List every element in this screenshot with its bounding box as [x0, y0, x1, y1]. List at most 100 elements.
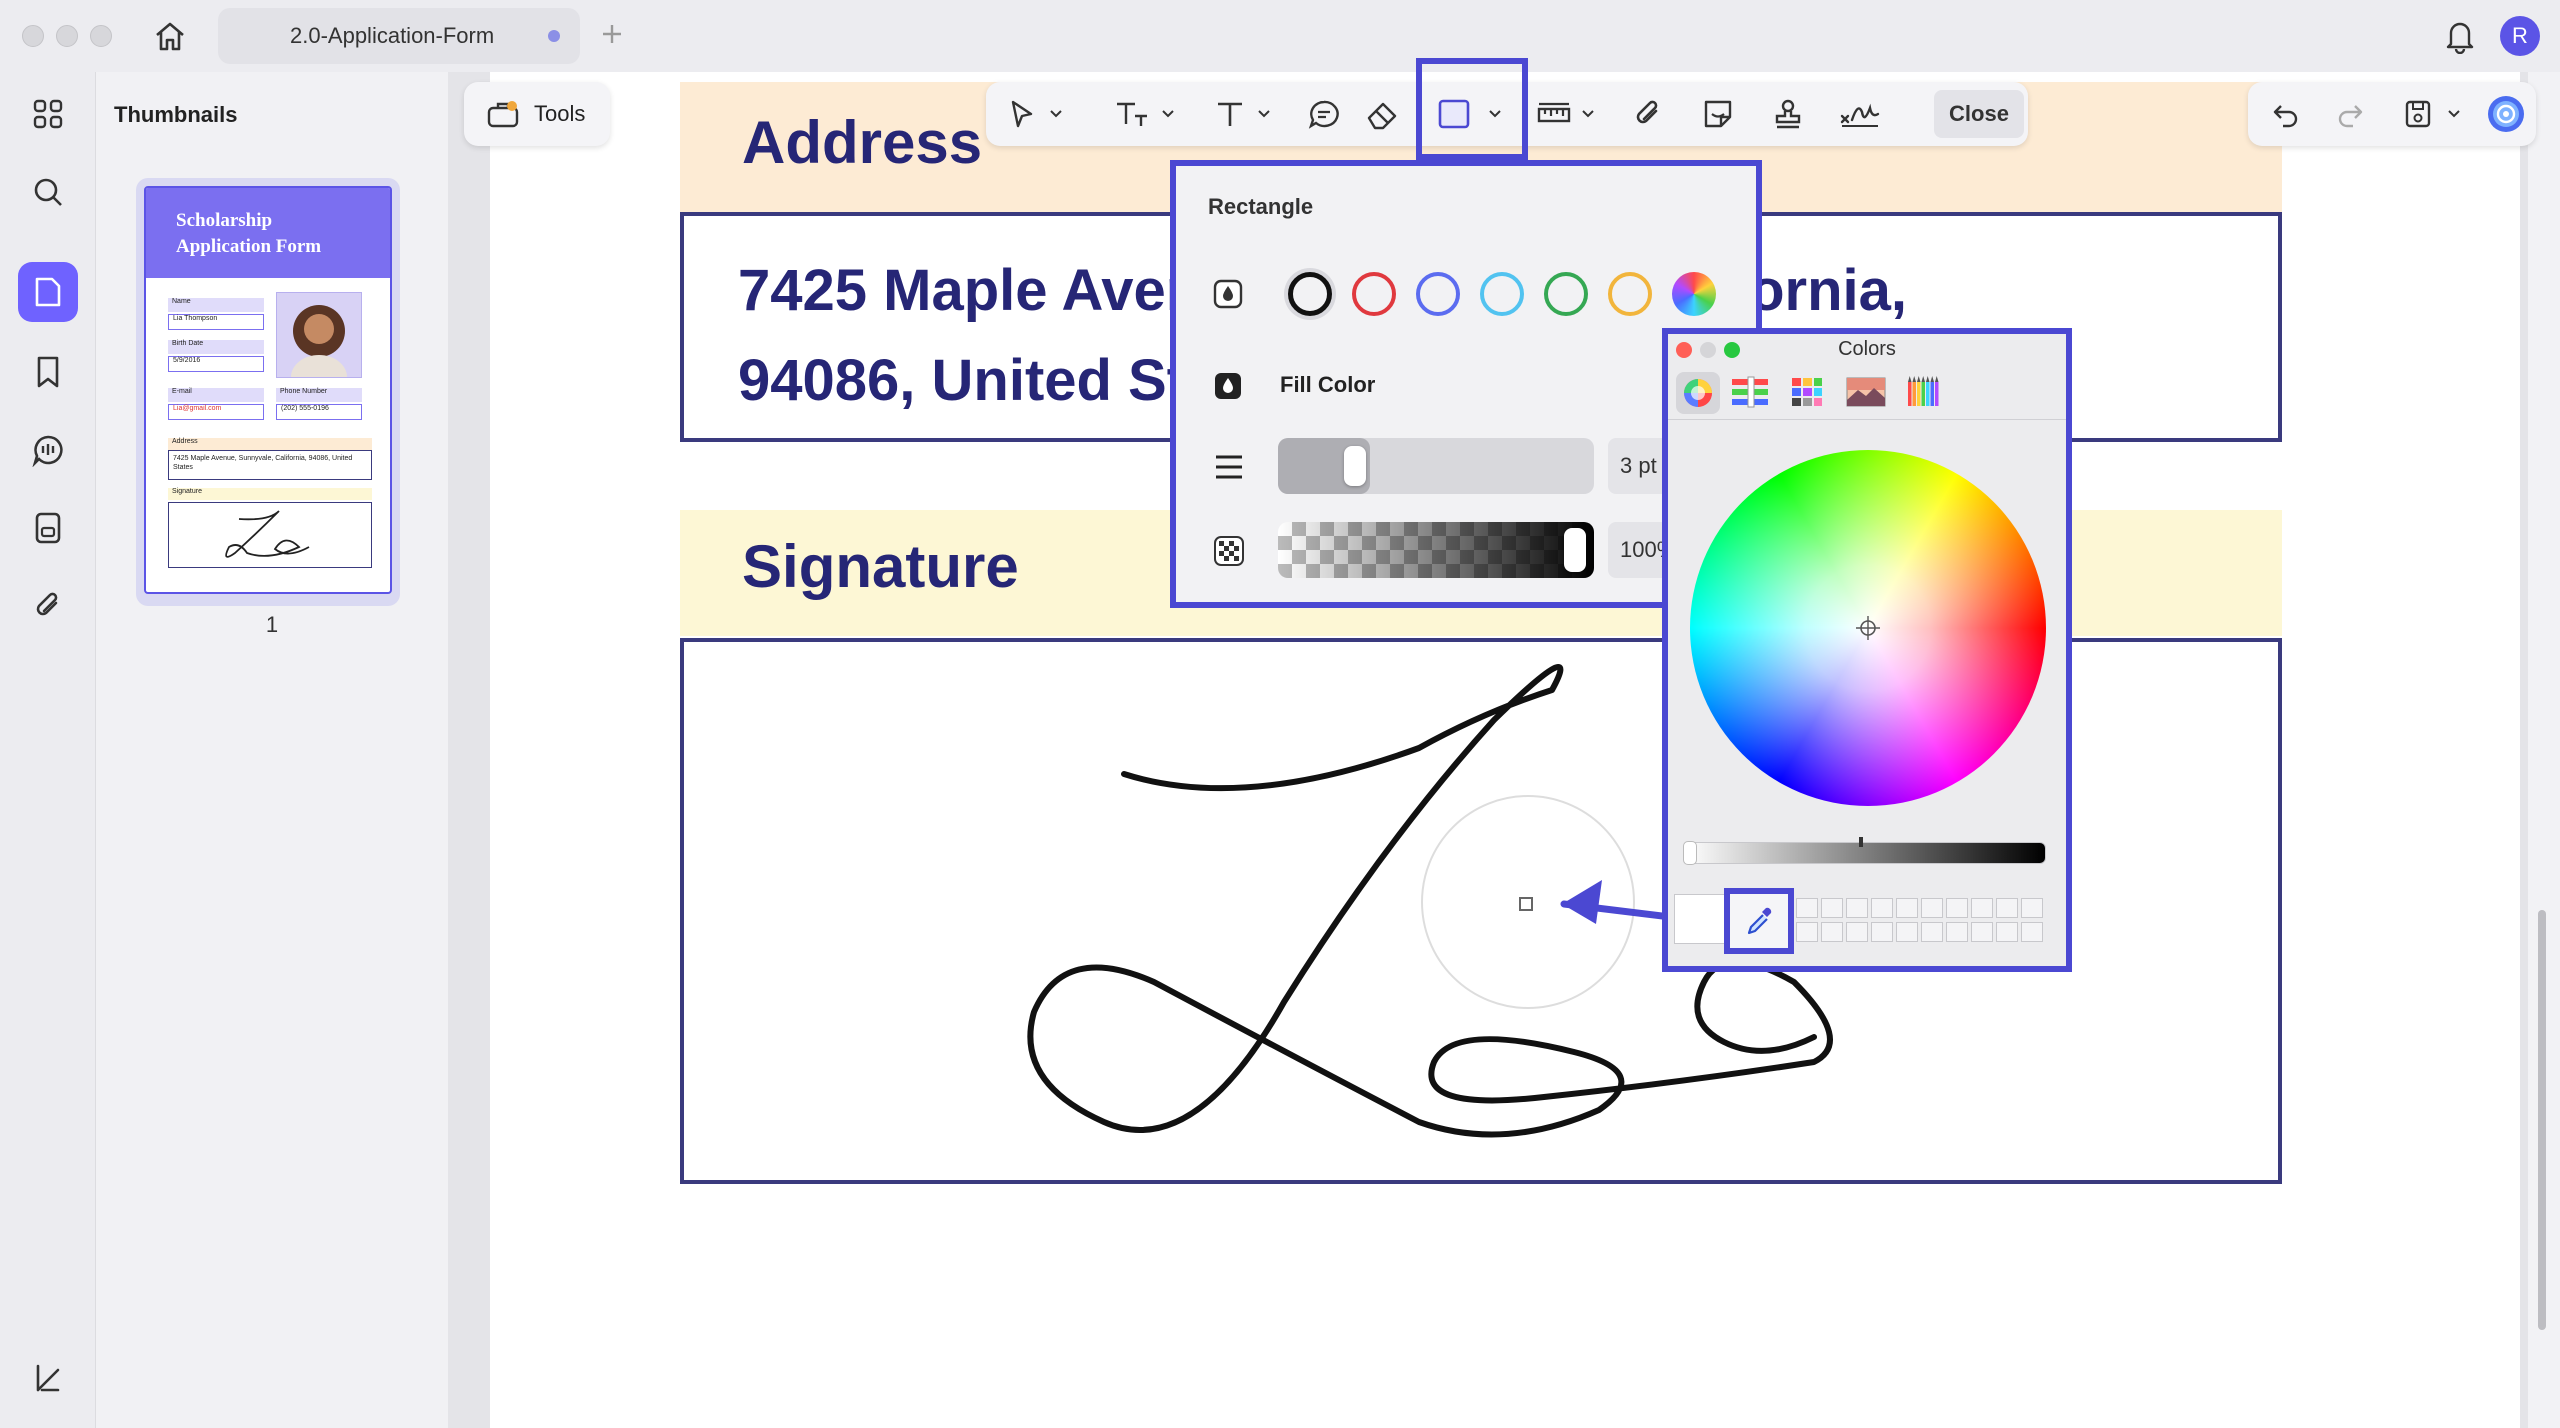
text-tool-button[interactable] [1208, 94, 1252, 134]
brightness-knob[interactable] [1683, 841, 1697, 865]
text-tool-dropdown[interactable] [1254, 94, 1274, 134]
redo-button[interactable] [2328, 94, 2372, 134]
custom-swatch-cell[interactable] [1871, 922, 1893, 942]
custom-swatch-cell[interactable] [1996, 898, 2018, 918]
current-color-well[interactable] [1674, 894, 1730, 944]
custom-swatch-cell[interactable] [1921, 898, 1943, 918]
fill-color-label[interactable]: Fill Color [1280, 372, 1375, 398]
save-button[interactable] [2396, 94, 2440, 134]
custom-swatch-cell[interactable] [1796, 922, 1818, 942]
rail-pages-button[interactable] [18, 262, 78, 322]
thumb-phone-label: Phone Number [276, 388, 362, 402]
brightness-slider[interactable] [1683, 837, 2046, 865]
thumb-phone-value: (202) 555-0196 [276, 404, 362, 420]
crosshair-icon[interactable] [1856, 616, 1880, 640]
text-box-tool-button[interactable] [1108, 94, 1156, 134]
pencils-tab[interactable] [1906, 374, 1942, 408]
select-tool-dropdown[interactable] [1046, 94, 1066, 134]
sticker-tool-button[interactable] [1696, 94, 1740, 134]
user-avatar[interactable]: R [2500, 16, 2540, 56]
color-swatch[interactable] [1544, 272, 1588, 316]
text-box-dropdown[interactable] [1158, 94, 1178, 134]
custom-swatch-cell[interactable] [1821, 898, 1843, 918]
opacity-slider[interactable] [1278, 522, 1594, 578]
custom-swatch-cell[interactable] [1896, 898, 1918, 918]
document-tab[interactable]: 2.0-Application-Form [218, 8, 580, 64]
brush-cursor-ring [1421, 795, 1635, 1009]
custom-swatch-cell[interactable] [1946, 898, 1968, 918]
image-palettes-tab[interactable] [1846, 376, 1886, 408]
paperclip-icon [1632, 97, 1664, 131]
avatar-initial: R [2512, 23, 2528, 48]
window-zoom-dot[interactable] [90, 25, 112, 47]
color-swatch[interactable] [1608, 272, 1652, 316]
rail-search-button[interactable] [18, 162, 78, 222]
search-icon [31, 175, 65, 209]
window-close-dot[interactable] [22, 25, 44, 47]
stamp-icon [1771, 97, 1805, 131]
rectangle-panel-title: Rectangle [1208, 194, 1314, 219]
custom-swatch-cell[interactable] [1821, 922, 1843, 942]
chevron-down-icon [1257, 109, 1271, 119]
color-swatch[interactable] [1288, 272, 1332, 316]
custom-swatch-cell[interactable] [1996, 922, 2018, 942]
custom-swatch-cell[interactable] [1871, 898, 1893, 918]
color-wheel[interactable] [1690, 450, 2046, 806]
custom-swatch-cell[interactable] [1896, 922, 1918, 942]
rail-forms-button[interactable] [18, 498, 78, 558]
measure-tool-dropdown[interactable] [1578, 94, 1598, 134]
custom-swatch-cell[interactable] [2021, 898, 2043, 918]
color-swatch[interactable] [1416, 272, 1460, 316]
stamp-tool-button[interactable] [1766, 94, 1810, 134]
rail-attachments-button[interactable] [18, 576, 78, 636]
color-swatch[interactable] [1480, 272, 1524, 316]
page-thumbnail[interactable]: Scholarship Application Form Name Lia Th… [136, 178, 400, 606]
close-toolbar-button[interactable]: Close [1934, 90, 2024, 138]
more-colors-swatch[interactable] [1672, 272, 1716, 316]
vertical-scrollbar[interactable] [2538, 910, 2546, 1330]
custom-swatch-cell[interactable] [1846, 898, 1868, 918]
opacity-slider-knob[interactable] [1564, 528, 1586, 572]
rail-comments-button[interactable] [18, 420, 78, 480]
signature-tool-button[interactable] [1834, 94, 1886, 134]
custom-swatch-cell[interactable] [1921, 922, 1943, 942]
rail-bookmark-button[interactable] [18, 342, 78, 402]
custom-swatch-cell[interactable] [1796, 898, 1818, 918]
opacity-icon [1214, 536, 1244, 566]
eraser-tool-button[interactable] [1360, 94, 1404, 134]
color-sliders-tab[interactable] [1730, 376, 1770, 408]
select-tool-button[interactable] [1000, 94, 1044, 134]
custom-swatch-cell[interactable] [2021, 922, 2043, 942]
thickness-slider[interactable] [1278, 438, 1594, 494]
custom-swatch-cell[interactable] [1971, 922, 1993, 942]
thickness-slider-knob[interactable] [1344, 446, 1366, 486]
undo-button[interactable] [2264, 94, 2308, 134]
title-bar: 2.0-Application-Form R [0, 0, 2560, 72]
ai-assistant-button[interactable] [2484, 94, 2528, 134]
grid-icon [32, 98, 64, 130]
comment-tool-button[interactable] [1302, 94, 1346, 134]
unsaved-indicator [548, 30, 560, 42]
save-icon [2403, 98, 2433, 130]
save-dropdown[interactable] [2444, 94, 2464, 134]
custom-swatch-cell[interactable] [1971, 898, 1993, 918]
measure-tool-button[interactable] [1532, 94, 1576, 134]
rail-sidebar-toggle-button[interactable] [18, 1348, 78, 1408]
rail-grid-button[interactable] [18, 84, 78, 144]
thumb-email-value: Lia@gmail.com [168, 404, 264, 420]
home-icon[interactable] [152, 18, 188, 54]
custom-swatch-cell[interactable] [1946, 922, 1968, 942]
thumbnails-panel: Thumbnails Scholarship Application Form … [96, 72, 448, 1428]
color-palettes-tab[interactable] [1790, 376, 1824, 408]
attachment-tool-button[interactable] [1626, 94, 1670, 134]
window-minimize-dot[interactable] [56, 25, 78, 47]
thumb-heading-line2: Application Form [176, 236, 322, 257]
new-tab-icon[interactable] [600, 22, 624, 46]
custom-swatch-cell[interactable] [1846, 922, 1868, 942]
bell-icon[interactable] [2442, 16, 2478, 54]
color-swatch[interactable] [1352, 272, 1396, 316]
chevron-down-icon [2447, 109, 2461, 119]
eyedropper-button[interactable] [1724, 888, 1794, 954]
tools-button[interactable]: Tools [464, 82, 610, 146]
color-wheel-tab[interactable] [1676, 372, 1720, 414]
